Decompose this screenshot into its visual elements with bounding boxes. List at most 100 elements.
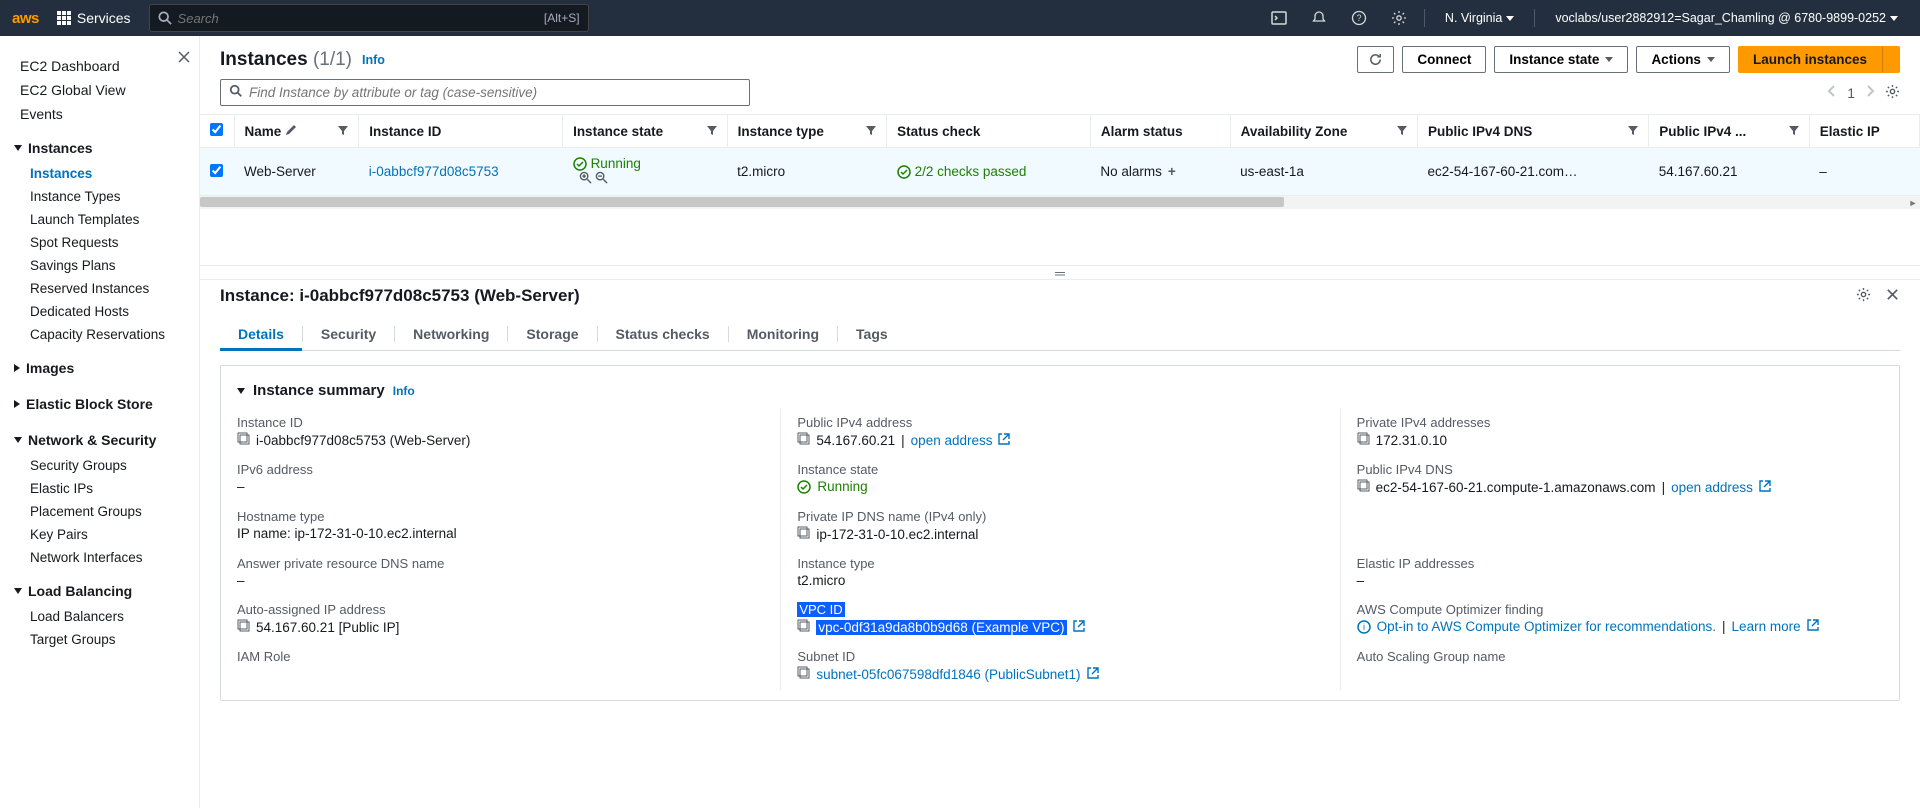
global-search-input[interactable]: [178, 11, 580, 26]
label: Public IPv4 DNS: [1357, 462, 1883, 477]
add-alarm-icon[interactable]: +: [1168, 164, 1176, 179]
filter-icon[interactable]: [707, 124, 717, 139]
detail-settings-icon[interactable]: [1856, 287, 1871, 305]
zoom-out-icon[interactable]: [595, 172, 608, 187]
col-az[interactable]: Availability Zone: [1230, 115, 1417, 148]
sidebar-item-savings[interactable]: Savings Plans: [30, 254, 199, 277]
learn-more-link[interactable]: Learn more: [1732, 619, 1801, 634]
filter-icon[interactable]: [338, 124, 348, 139]
sidebar-item-global-view[interactable]: EC2 Global View: [20, 78, 179, 102]
info-link[interactable]: Info: [393, 384, 415, 398]
chevron-down-icon[interactable]: [237, 388, 245, 394]
col-name[interactable]: Name: [234, 115, 359, 148]
sidebar-item-instance-types[interactable]: Instance Types: [30, 185, 199, 208]
copy-icon[interactable]: [237, 619, 250, 635]
sidebar-item-dedicated[interactable]: Dedicated Hosts: [30, 300, 199, 323]
table-settings-icon[interactable]: [1885, 84, 1900, 102]
tab-monitoring[interactable]: Monitoring: [729, 318, 837, 350]
refresh-button[interactable]: [1357, 46, 1394, 73]
copy-icon[interactable]: [797, 666, 810, 682]
col-state[interactable]: Instance state: [563, 115, 728, 148]
filter-icon[interactable]: [1628, 124, 1638, 139]
cell-instance-id[interactable]: i-0abbcf977d08c5753: [369, 164, 499, 179]
region-selector[interactable]: N. Virginia: [1435, 11, 1524, 25]
col-eip[interactable]: Elastic IP: [1809, 115, 1919, 148]
sidebar-item-placement[interactable]: Placement Groups: [30, 500, 199, 523]
sidebar-section-images[interactable]: Images: [0, 346, 199, 382]
sidebar-item-launch-templates[interactable]: Launch Templates: [30, 208, 199, 231]
page-prev[interactable]: [1827, 84, 1837, 101]
help-icon[interactable]: ?: [1344, 10, 1374, 26]
sidebar-item-spot[interactable]: Spot Requests: [30, 231, 199, 254]
col-ip[interactable]: Public IPv4 ...: [1649, 115, 1810, 148]
main-content: Instances (1/1) Info Connect Instance st…: [200, 36, 1920, 808]
tab-networking[interactable]: Networking: [395, 318, 507, 350]
notifications-icon[interactable]: [1304, 10, 1334, 26]
filter-icon[interactable]: [866, 124, 876, 139]
close-sidebar-icon[interactable]: [177, 50, 191, 67]
tab-storage[interactable]: Storage: [508, 318, 596, 350]
sidebar-section-instances[interactable]: Instances: [0, 126, 199, 162]
sidebar-item-reserved[interactable]: Reserved Instances: [30, 277, 199, 300]
col-dns[interactable]: Public IPv4 DNS: [1417, 115, 1648, 148]
col-alarm[interactable]: Alarm status: [1090, 115, 1230, 148]
sidebar-item-keypairs[interactable]: Key Pairs: [30, 523, 199, 546]
open-address-link[interactable]: open address: [911, 433, 993, 448]
zoom-in-icon[interactable]: [579, 172, 592, 187]
close-detail-icon[interactable]: [1885, 287, 1900, 305]
launch-instances-dropdown[interactable]: [1882, 46, 1900, 73]
sidebar-item-sg[interactable]: Security Groups: [30, 454, 199, 477]
tab-status[interactable]: Status checks: [598, 318, 728, 350]
copy-icon[interactable]: [797, 619, 810, 635]
actions-button[interactable]: Actions: [1636, 46, 1730, 73]
sidebar-item-lb[interactable]: Load Balancers: [30, 605, 199, 628]
edit-icon[interactable]: [285, 124, 297, 139]
sidebar-item-dashboard[interactable]: EC2 Dashboard: [20, 54, 179, 78]
panel-resize-handle[interactable]: ═: [200, 266, 1920, 280]
aws-logo[interactable]: aws: [12, 10, 39, 27]
subnet-link[interactable]: subnet-05fc067598dfd1846 (PublicSubnet1): [816, 667, 1080, 682]
sidebar-section-lb[interactable]: Load Balancing: [0, 569, 199, 605]
account-menu[interactable]: voclabs/user2882912=Sagar_Chamling @ 678…: [1545, 11, 1908, 25]
row-checkbox[interactable]: [210, 164, 223, 177]
sidebar-section-netsec[interactable]: Network & Security: [0, 418, 199, 454]
sidebar-item-eip[interactable]: Elastic IPs: [30, 477, 199, 500]
tab-security[interactable]: Security: [303, 318, 394, 350]
col-type[interactable]: Instance type: [727, 115, 886, 148]
global-search[interactable]: [Alt+S]: [149, 4, 589, 32]
tab-tags[interactable]: Tags: [838, 318, 906, 350]
col-status[interactable]: Status check: [887, 115, 1091, 148]
optimizer-link[interactable]: Opt-in to AWS Compute Optimizer for reco…: [1377, 619, 1716, 634]
sidebar-item-instances[interactable]: Instances: [30, 162, 199, 185]
page-next[interactable]: [1865, 84, 1875, 101]
copy-icon[interactable]: [1357, 432, 1370, 448]
copy-icon[interactable]: [797, 526, 810, 542]
select-all-checkbox[interactable]: [210, 123, 223, 136]
sidebar-section-ebs[interactable]: Elastic Block Store: [0, 382, 199, 418]
settings-icon[interactable]: [1384, 10, 1414, 26]
tab-details[interactable]: Details: [220, 318, 302, 350]
horizontal-scrollbar[interactable]: ◄►: [200, 195, 1920, 209]
sidebar-item-capacity[interactable]: Capacity Reservations: [30, 323, 199, 346]
sidebar-item-tg[interactable]: Target Groups: [30, 628, 199, 651]
instance-filter[interactable]: [220, 79, 750, 106]
launch-instances-button[interactable]: Launch instances: [1738, 46, 1882, 73]
filter-icon[interactable]: [1397, 124, 1407, 139]
table-row[interactable]: Web-Server i-0abbcf977d08c5753 Running t…: [200, 148, 1920, 196]
copy-icon[interactable]: [797, 432, 810, 448]
label: IAM Role: [237, 649, 764, 664]
open-address-link[interactable]: open address: [1671, 480, 1753, 495]
instance-state-button[interactable]: Instance state: [1494, 46, 1628, 73]
copy-icon[interactable]: [237, 432, 250, 448]
instance-filter-input[interactable]: [249, 85, 741, 100]
cloudshell-icon[interactable]: [1264, 10, 1294, 26]
connect-button[interactable]: Connect: [1402, 46, 1486, 73]
col-id[interactable]: Instance ID: [359, 115, 563, 148]
filter-icon[interactable]: [1789, 124, 1799, 139]
sidebar-item-events[interactable]: Events: [20, 102, 179, 126]
sidebar-item-eni[interactable]: Network Interfaces: [30, 546, 199, 569]
services-menu[interactable]: Services: [49, 6, 139, 30]
vpc-link[interactable]: vpc-0df31a9da8b0b9d68 (Example VPC): [816, 620, 1066, 635]
copy-icon[interactable]: [1357, 479, 1370, 495]
info-link[interactable]: Info: [362, 53, 385, 67]
